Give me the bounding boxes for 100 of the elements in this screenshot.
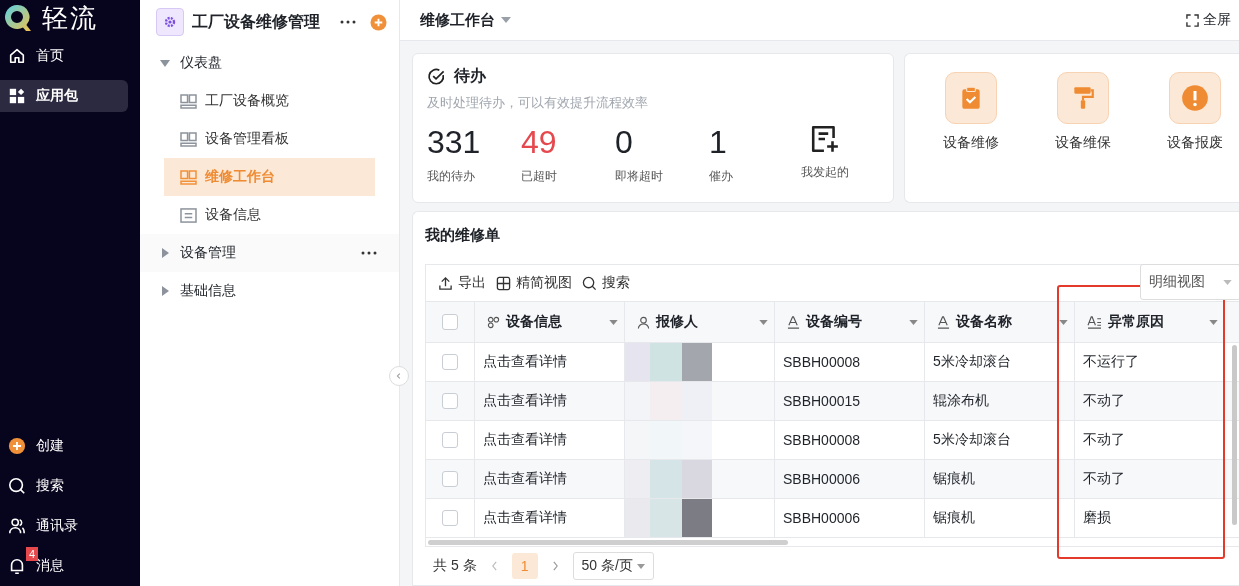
nav-item[interactable]: 创建 — [0, 430, 128, 462]
column-header[interactable]: 报修人 — [625, 302, 775, 342]
text-field-icon — [787, 315, 800, 329]
dashboard-icon — [180, 93, 197, 109]
grid-icon — [496, 275, 511, 291]
toolbar-button[interactable]: 搜索 — [582, 274, 630, 292]
plus-icon — [8, 437, 26, 455]
card-subtitle: 及时处理待办，可以有效提升流程效率 — [427, 95, 649, 112]
page-title[interactable]: 维修工作台 — [420, 10, 511, 30]
logo-text: 轻流 — [42, 1, 98, 35]
table-cell[interactable]: 点击查看详情 — [483, 431, 567, 449]
toolbar-button[interactable]: 精简视图 — [496, 274, 572, 292]
search-icon — [582, 275, 597, 291]
table-cell: SBBH00006 — [783, 510, 861, 526]
page-size-select[interactable]: 50 条/页 — [572, 552, 654, 580]
checkbox[interactable] — [442, 510, 458, 526]
fullscreen-icon — [1186, 13, 1199, 27]
add-note-icon[interactable] — [810, 124, 840, 154]
table-cell: 不动了 — [1083, 431, 1125, 449]
table-cell[interactable]: 点击查看详情 — [483, 509, 567, 527]
table-cell: 5米冷却滚台 — [933, 431, 1011, 449]
tree-group[interactable]: 设备管理 — [140, 234, 399, 272]
tree-group[interactable]: 基础信息 — [140, 272, 399, 310]
nav-item[interactable]: 搜索 — [0, 470, 128, 502]
clipboard-icon[interactable] — [945, 72, 997, 124]
caret-icon — [160, 58, 170, 68]
next-icon[interactable] — [551, 561, 559, 571]
shortcut-label: 设备维修 — [943, 134, 999, 152]
stat-label: 催办 — [709, 168, 734, 185]
stat-value[interactable]: 0 — [615, 124, 709, 160]
table-cell: 锯痕机 — [933, 509, 975, 527]
table-cell[interactable]: 点击查看详情 — [483, 353, 567, 371]
table-cell: 不动了 — [1083, 392, 1125, 410]
caret-icon — [1209, 319, 1218, 325]
tree-item[interactable]: 工厂设备概览 — [164, 82, 375, 120]
card-title: 我的维修单 — [425, 226, 501, 245]
user-icon — [637, 315, 650, 329]
tree-item[interactable]: 设备信息 — [164, 196, 375, 234]
logo-icon — [2, 3, 32, 33]
caret-icon — [501, 17, 511, 23]
column-header[interactable]: 设备名称 — [925, 302, 1075, 342]
caret-icon — [160, 248, 170, 258]
table-cell[interactable]: 点击查看详情 — [483, 392, 567, 410]
column-header[interactable]: 设备信息 — [475, 302, 625, 342]
relation-icon — [487, 315, 500, 329]
column-header[interactable]: 异常原因 — [1075, 302, 1225, 342]
stat-label: 已超时 — [521, 168, 558, 185]
stat-value[interactable]: 49 — [521, 124, 615, 160]
fullscreen-button[interactable]: 全屏 — [1186, 11, 1231, 29]
total-count: 共 5 条 — [433, 557, 477, 575]
check-circle-icon — [427, 67, 446, 86]
tree-item[interactable]: 设备管理看板 — [164, 120, 375, 158]
caret-icon — [609, 319, 618, 325]
table-cell: SBBH00015 — [783, 393, 861, 409]
prev-icon[interactable] — [490, 561, 498, 571]
chevron-left-icon — [395, 372, 403, 380]
caret-icon — [160, 286, 170, 296]
checkbox[interactable] — [442, 471, 458, 487]
table-cell: 锯痕机 — [933, 470, 975, 488]
nav-item[interactable]: 4 消息 — [0, 550, 128, 582]
collapse-button[interactable] — [389, 366, 409, 386]
count-badge: 4 — [26, 547, 39, 561]
scrollbar[interactable] — [428, 539, 788, 545]
table-cell: 5米冷却滚台 — [933, 353, 1011, 371]
more-icon[interactable] — [361, 251, 377, 255]
table-cell: SBBH00008 — [783, 354, 861, 370]
table-cell: 辊涂布机 — [933, 392, 989, 410]
contacts-icon — [8, 517, 26, 535]
stat-value[interactable]: 331 — [427, 124, 521, 160]
nav-item[interactable]: 首页 — [0, 40, 128, 72]
tree-group[interactable]: 仪表盘 — [140, 44, 399, 82]
view-select[interactable]: 明细视图 — [1140, 264, 1239, 300]
table-cell[interactable]: 点击查看详情 — [483, 470, 567, 488]
upload-icon — [438, 275, 453, 291]
nav-label: 创建 — [36, 437, 64, 455]
checkbox[interactable] — [442, 354, 458, 370]
caret-icon — [759, 319, 768, 325]
stat-label: 我发起的 — [801, 164, 849, 181]
nav-item[interactable]: 通讯录 — [0, 510, 128, 542]
nav-item[interactable]: 应用包 — [0, 80, 128, 112]
dashboard-icon — [180, 169, 197, 185]
more-icon[interactable] — [340, 20, 356, 24]
checkbox[interactable] — [442, 314, 458, 330]
paint-roller-icon[interactable] — [1057, 72, 1109, 124]
checkbox[interactable] — [442, 432, 458, 448]
group-label: 仪表盘 — [180, 54, 223, 72]
nav-label: 消息 — [36, 557, 64, 575]
toolbar-button[interactable]: 导出 — [438, 274, 486, 292]
add-icon[interactable] — [370, 13, 387, 31]
gear-icon — [156, 8, 184, 36]
alert-icon[interactable] — [1169, 72, 1221, 124]
stat-label: 即将超时 — [615, 168, 664, 185]
table-cell: SBBH00008 — [783, 432, 861, 448]
card-title: 待办 — [454, 66, 486, 86]
home-icon — [8, 47, 26, 65]
stat-value[interactable]: 1 — [709, 124, 803, 160]
caret-icon — [636, 563, 645, 569]
column-header[interactable]: 设备编号 — [775, 302, 925, 342]
scrollbar[interactable] — [1232, 345, 1237, 525]
checkbox[interactable] — [442, 393, 458, 409]
